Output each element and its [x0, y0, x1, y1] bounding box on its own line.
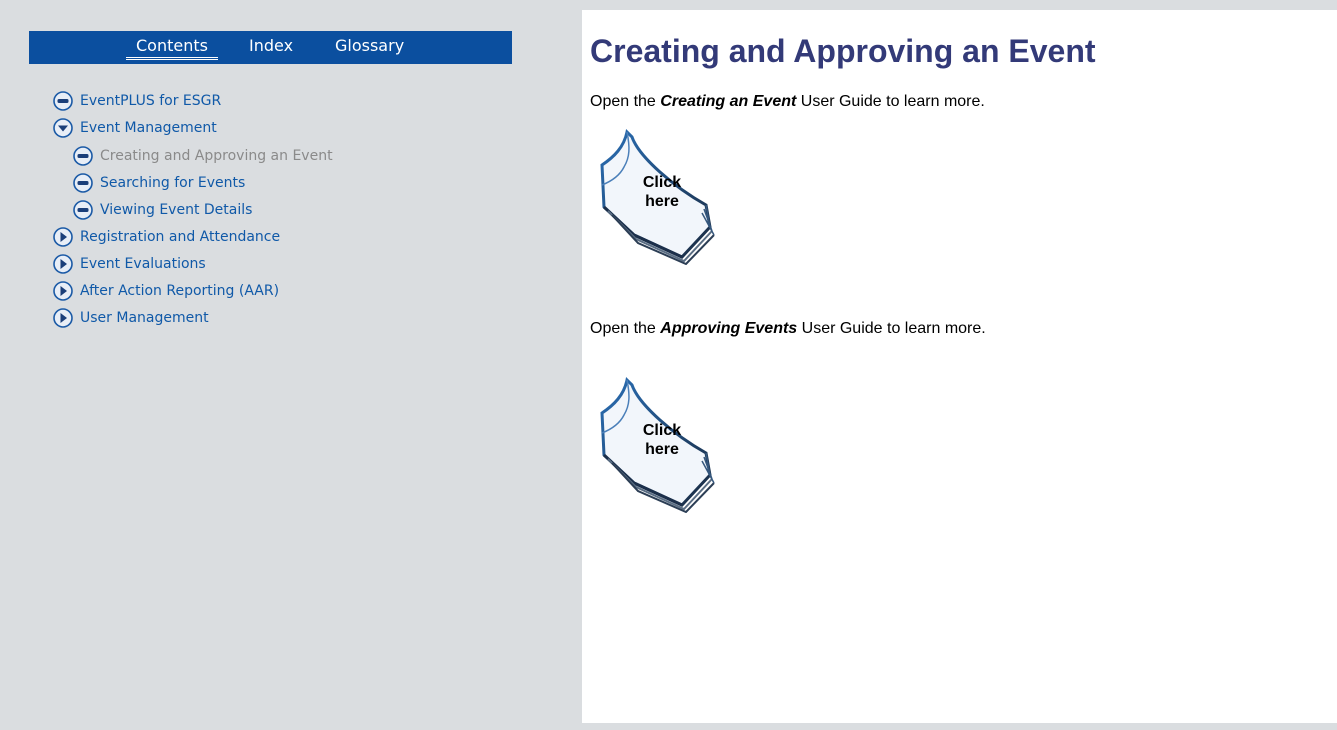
toc-item-label: User Management [80, 310, 209, 326]
toc-item-label: Viewing Event Details [100, 202, 253, 218]
para-prefix: Open the [590, 93, 661, 110]
toc-item-label: Searching for Events [100, 175, 246, 191]
minus-circle-icon [73, 200, 93, 220]
minus-circle-icon [53, 91, 73, 111]
toc-item-label: Creating and Approving an Event [100, 148, 333, 164]
tab-index[interactable]: Index [249, 37, 293, 55]
toc-item-label: Event Evaluations [80, 256, 206, 272]
para-suffix: User Guide to learn more. [797, 320, 986, 337]
toc-item-label: After Action Reporting (AAR) [80, 283, 280, 299]
creating-event-guide-link[interactable]: Click here [594, 127, 720, 265]
approving-events-guide-link[interactable]: Click here [594, 375, 720, 513]
play-circle-icon [53, 308, 73, 328]
tab-glossary[interactable]: Glossary [335, 37, 404, 55]
book-label: Click here [642, 174, 682, 210]
guide-name: Approving Events [660, 320, 798, 337]
play-circle-icon [53, 281, 73, 301]
topic-content: Creating and Approving an Event Open the… [582, 10, 1337, 723]
chevron-down-circle-icon [53, 118, 73, 138]
page-title: Creating and Approving an Event [590, 33, 1096, 69]
play-circle-icon [53, 254, 73, 274]
minus-circle-icon [73, 146, 93, 166]
para-suffix: User Guide to learn more. [796, 93, 985, 110]
para-prefix: Open the [590, 320, 661, 337]
book-label: Click here [642, 422, 682, 458]
toc-item-label: Event Management [80, 120, 217, 136]
guide-name: Creating an Event [660, 93, 797, 110]
nav-tab-bar: Contents Index Glossary [29, 31, 512, 64]
play-circle-icon [53, 227, 73, 247]
guide-paragraph-approving: Open the Approving Events User Guide to … [590, 319, 986, 339]
guide-paragraph-creating: Open the Creating an Event User Guide to… [590, 92, 985, 112]
toc-item-label: EventPLUS for ESGR [80, 93, 222, 109]
minus-circle-icon [73, 173, 93, 193]
tab-contents[interactable]: Contents [126, 37, 218, 60]
toc-item-label: Registration and Attendance [80, 229, 281, 245]
